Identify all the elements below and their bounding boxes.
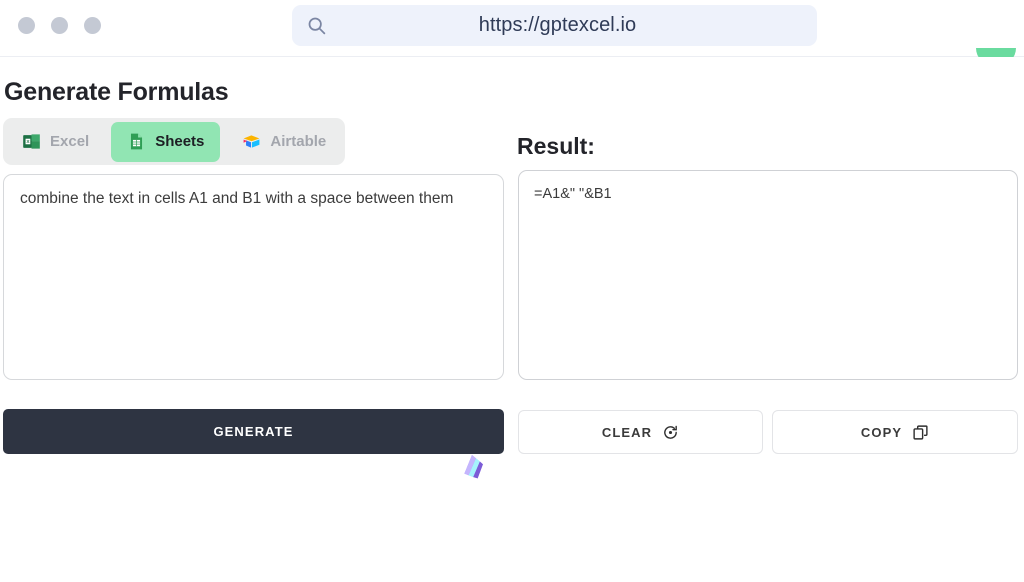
sheets-icon	[127, 132, 146, 151]
result-label: Result:	[517, 133, 595, 159]
tab-excel-label: Excel	[50, 133, 90, 150]
tab-sheets-label: Sheets	[155, 133, 205, 150]
source-tabs: X Excel Sheets Airtable	[3, 118, 346, 165]
search-icon	[306, 15, 327, 36]
airtable-icon	[242, 132, 261, 151]
maximize-window-dot[interactable]	[84, 17, 101, 34]
address-bar[interactable]: https://gptexcel.io	[292, 5, 817, 46]
excel-icon: X	[22, 132, 41, 151]
tab-sheets[interactable]: Sheets	[111, 121, 221, 162]
copy-button-label: COPY	[860, 424, 903, 440]
page-title: Generate Formulas	[4, 78, 229, 106]
reset-icon	[662, 424, 679, 441]
browser-toolbar: https://gptexcel.io	[0, 0, 1024, 57]
tab-airtable[interactable]: Airtable	[226, 122, 342, 162]
app-root: https://gptexcel.io Generate Formulas X …	[0, 0, 1024, 582]
copy-button[interactable]: COPY	[772, 410, 1018, 454]
generate-button[interactable]: GENERATE	[3, 409, 504, 454]
page-content: Generate Formulas X Excel Sheets Airtabl…	[0, 57, 1024, 582]
clear-button-label: CLEAR	[601, 424, 653, 440]
url-text: https://gptexcel.io	[478, 14, 637, 36]
result-output[interactable]: =A1&" "&B1	[518, 170, 1018, 380]
formula-prompt-input[interactable]: combine the text in cells A1 and B1 with…	[3, 174, 504, 380]
copy-icon	[912, 424, 929, 441]
generate-button-label: GENERATE	[213, 424, 294, 439]
mouse-cursor-icon	[456, 451, 490, 485]
window-controls[interactable]	[18, 17, 101, 34]
close-window-dot[interactable]	[18, 17, 35, 34]
tab-airtable-label: Airtable	[270, 133, 327, 150]
tab-excel[interactable]: X Excel	[6, 122, 105, 162]
minimize-window-dot[interactable]	[51, 17, 68, 34]
clear-button[interactable]: CLEAR	[518, 410, 763, 454]
